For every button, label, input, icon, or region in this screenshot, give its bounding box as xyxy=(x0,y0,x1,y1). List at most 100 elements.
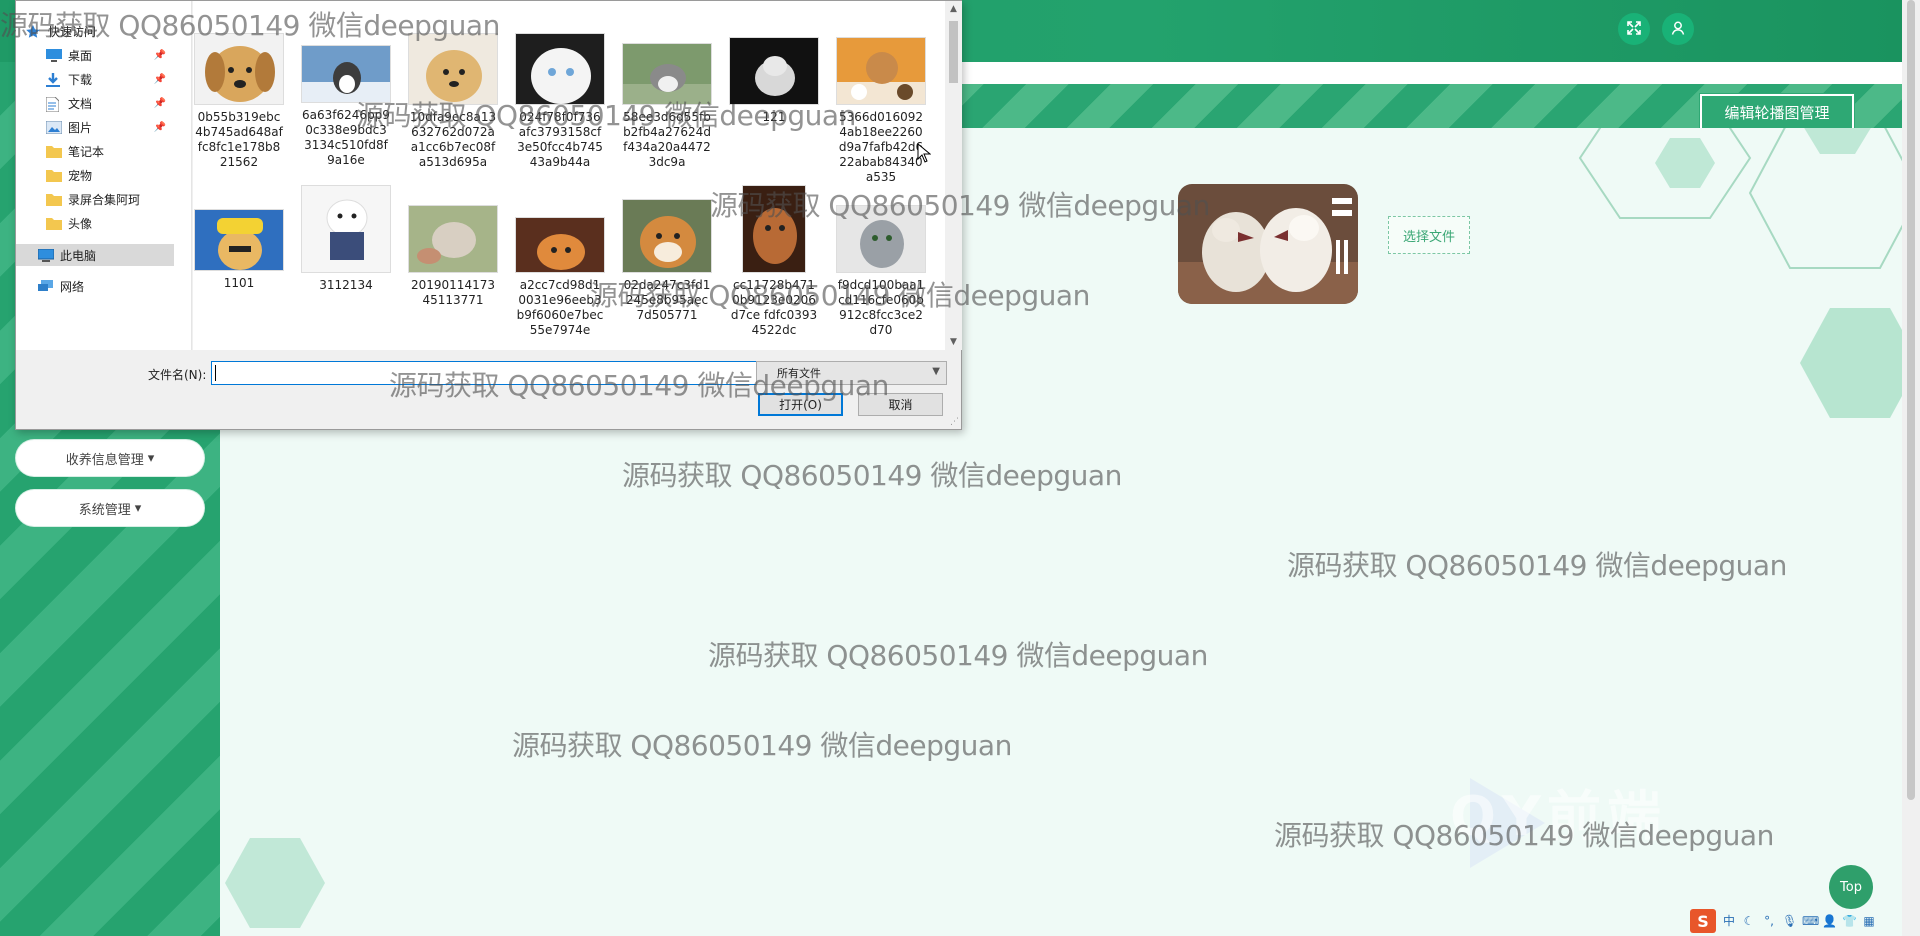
user-tray-icon[interactable]: 👤 xyxy=(1822,914,1837,928)
file-thumbnail xyxy=(301,45,391,103)
file-item[interactable]: 2019011417345113771 xyxy=(403,185,503,308)
file-thumbnail xyxy=(836,205,926,273)
file-thumbnail xyxy=(622,43,712,105)
file-item[interactable]: 121 xyxy=(724,33,824,125)
file-item[interactable]: 58ee3d6d55fbb2fb4a27624df434a20a44723dc9… xyxy=(617,33,717,170)
file-item[interactable]: f9dcd100baa1cd116cfe060b912c8fcc3ce2d70 xyxy=(831,185,931,338)
nav-this-pc[interactable]: 此电脑 xyxy=(16,244,174,266)
edit-carousel-button[interactable]: 编辑轮播图管理 xyxy=(1699,93,1855,131)
nav-quick-access[interactable]: 快速访问 xyxy=(26,20,176,42)
file-item[interactable]: 0b55b319ebc4b745ad648affc8fc1e178b821562 xyxy=(189,33,289,170)
nav-desktop[interactable]: 桌面 📌 xyxy=(46,44,174,66)
punctuation-icon[interactable]: °, xyxy=(1762,914,1776,928)
system-tray: S 中 ☾ °, 🎙 ⌨ 👤 👕 ▦ xyxy=(1690,908,1876,934)
pin-icon[interactable]: 📌 xyxy=(154,74,166,85)
scrollbar-thumb[interactable] xyxy=(1907,0,1915,800)
file-thumbnail xyxy=(622,199,712,273)
file-thumbnail xyxy=(194,33,284,105)
moon-icon[interactable]: ☾ xyxy=(1742,914,1756,928)
shirt-icon[interactable]: 👕 xyxy=(1842,914,1857,928)
grid-icon[interactable]: ▦ xyxy=(1862,914,1876,928)
nav-folder-pets[interactable]: 宠物 xyxy=(46,164,174,186)
file-item[interactable]: cc11728b4710b9123e0206d7ce fdfc03934522d… xyxy=(724,185,824,338)
open-button[interactable]: 打开(O) xyxy=(758,393,843,416)
navigation-pane: 快速访问 桌面 📌 下载 📌 文档 📌 图片 📌 笔记本 宠物 录屏合集阿珂 头… xyxy=(16,1,176,350)
file-thumbnail xyxy=(408,33,498,105)
file-thumbnail xyxy=(408,205,498,273)
nav-downloads[interactable]: 下载 📌 xyxy=(46,68,174,90)
star-icon xyxy=(26,24,42,38)
sidebar-item-system[interactable]: 系统管理 ▾ xyxy=(16,490,204,526)
file-item[interactable]: 6a63f6246pp90c338e9bdc33134c510fd8f9a16e xyxy=(296,33,396,168)
file-name: 024f78f0f736afc3793158cf3e50fcc4b74543a9… xyxy=(517,110,603,169)
resize-grip-icon[interactable]: ⋰ xyxy=(950,417,959,427)
file-type-value: 所有文件 xyxy=(777,367,821,380)
nav-folder-notebook[interactable]: 笔记本 xyxy=(46,140,174,162)
hexagon-decoration xyxy=(225,838,325,928)
file-type-dropdown[interactable]: 所有文件 ▼ xyxy=(756,361,947,385)
scrollbar-thumb[interactable] xyxy=(949,21,958,83)
desktop-icon xyxy=(46,48,62,62)
file-list-pane: 0b55b319ebc4b745ad648affc8fc1e178b821562… xyxy=(193,1,945,350)
file-item[interactable]: 1101 xyxy=(189,185,289,291)
filename-label: 文件名(N): xyxy=(148,368,207,382)
folder-icon xyxy=(46,193,62,206)
file-name: 5366d0160924ab18ee2260d9a7fafb42d622abab… xyxy=(838,110,924,184)
scroll-up-arrow-icon[interactable]: ▲ xyxy=(945,1,962,17)
back-to-top-button[interactable]: Top xyxy=(1829,865,1873,909)
pictures-icon xyxy=(45,120,63,134)
file-thumbnail xyxy=(836,37,926,105)
cancel-button[interactable]: 取消 xyxy=(858,393,943,416)
folder-icon xyxy=(46,169,62,182)
file-list-scrollbar[interactable]: ▲ ▼ xyxy=(945,1,962,350)
sidebar-item-label: 系统管理 xyxy=(78,502,131,518)
file-item[interactable]: 3112134 xyxy=(296,185,396,293)
nav-folder-avatars[interactable]: 头像 xyxy=(46,212,174,234)
nav-network[interactable]: 网络 xyxy=(38,275,188,297)
select-file-button[interactable]: 选择文件 xyxy=(1388,216,1470,254)
download-icon xyxy=(46,72,62,87)
file-thumbnail xyxy=(194,209,284,271)
file-name: cc11728b4710b9123e0206d7ce fdfc03934522d… xyxy=(730,278,818,337)
file-item[interactable]: 02da247c3fd1245e8b95aec7d505771 xyxy=(617,185,717,323)
file-thumbnail xyxy=(742,185,806,273)
file-name: 6a63f6246pp90c338e9bdc33134c510fd8f9a16e xyxy=(302,108,390,167)
scroll-down-arrow-icon[interactable]: ▼ xyxy=(945,334,962,350)
file-thumbnail xyxy=(515,217,605,273)
ime-mode-indicator[interactable]: 中 xyxy=(1722,914,1736,928)
sidebar-item-adoption-info[interactable]: 收养信息管理 ▾ xyxy=(16,440,204,476)
folder-icon xyxy=(46,217,62,230)
file-name: 2019011417345113771 xyxy=(411,278,495,307)
keyboard-icon[interactable]: ⌨ xyxy=(1802,914,1819,928)
page-scrollbar[interactable] xyxy=(1902,0,1920,936)
file-thumbnail xyxy=(515,33,605,105)
nav-pictures[interactable]: 图片 📌 xyxy=(45,116,174,138)
mouse-cursor-icon xyxy=(917,143,931,163)
network-icon xyxy=(38,279,54,293)
nav-folder-recordings[interactable]: 录屏合集阿珂 xyxy=(46,188,174,210)
microphone-icon[interactable]: 🎙 xyxy=(1782,914,1797,928)
fullscreen-button[interactable] xyxy=(1618,13,1650,45)
filename-input[interactable] xyxy=(211,361,759,385)
caret-down-icon: ▾ xyxy=(147,450,155,466)
text-caret xyxy=(215,365,216,381)
expand-icon xyxy=(1626,20,1642,39)
document-icon xyxy=(45,96,62,112)
pin-icon[interactable]: 📌 xyxy=(154,50,166,61)
file-item[interactable]: a2cc7cd98d10031e96eeb3b9f6060e7bec55e797… xyxy=(510,185,610,338)
folder-icon xyxy=(46,145,62,158)
pin-icon[interactable]: 📌 xyxy=(154,98,166,109)
sogou-ime-icon[interactable]: S xyxy=(1690,909,1716,933)
file-name: 1101 xyxy=(223,276,255,290)
nav-documents[interactable]: 文档 📌 xyxy=(45,92,174,114)
computer-icon xyxy=(37,248,55,262)
user-button[interactable] xyxy=(1662,13,1694,45)
file-item[interactable]: 5366d0160924ab18ee2260d9a7fafb42d622abab… xyxy=(831,33,931,185)
file-open-dialog: 快速访问 桌面 📌 下载 📌 文档 📌 图片 📌 笔记本 宠物 录屏合集阿珂 头… xyxy=(15,0,962,430)
sidebar-item-label: 收养信息管理 xyxy=(65,452,144,468)
file-item[interactable]: 10dfa9ec8a13632762d072aa1cc6b7ec08fa513d… xyxy=(403,33,503,170)
file-name: 10dfa9ec8a13632762d072aa1cc6b7ec08fa513d… xyxy=(409,110,497,169)
file-item[interactable]: 024f78f0f736afc3793158cf3e50fcc4b74543a9… xyxy=(510,33,610,170)
pin-icon[interactable]: 📌 xyxy=(154,122,166,133)
file-name: 58ee3d6d55fbb2fb4a27624df434a20a44723dc9… xyxy=(623,110,711,169)
